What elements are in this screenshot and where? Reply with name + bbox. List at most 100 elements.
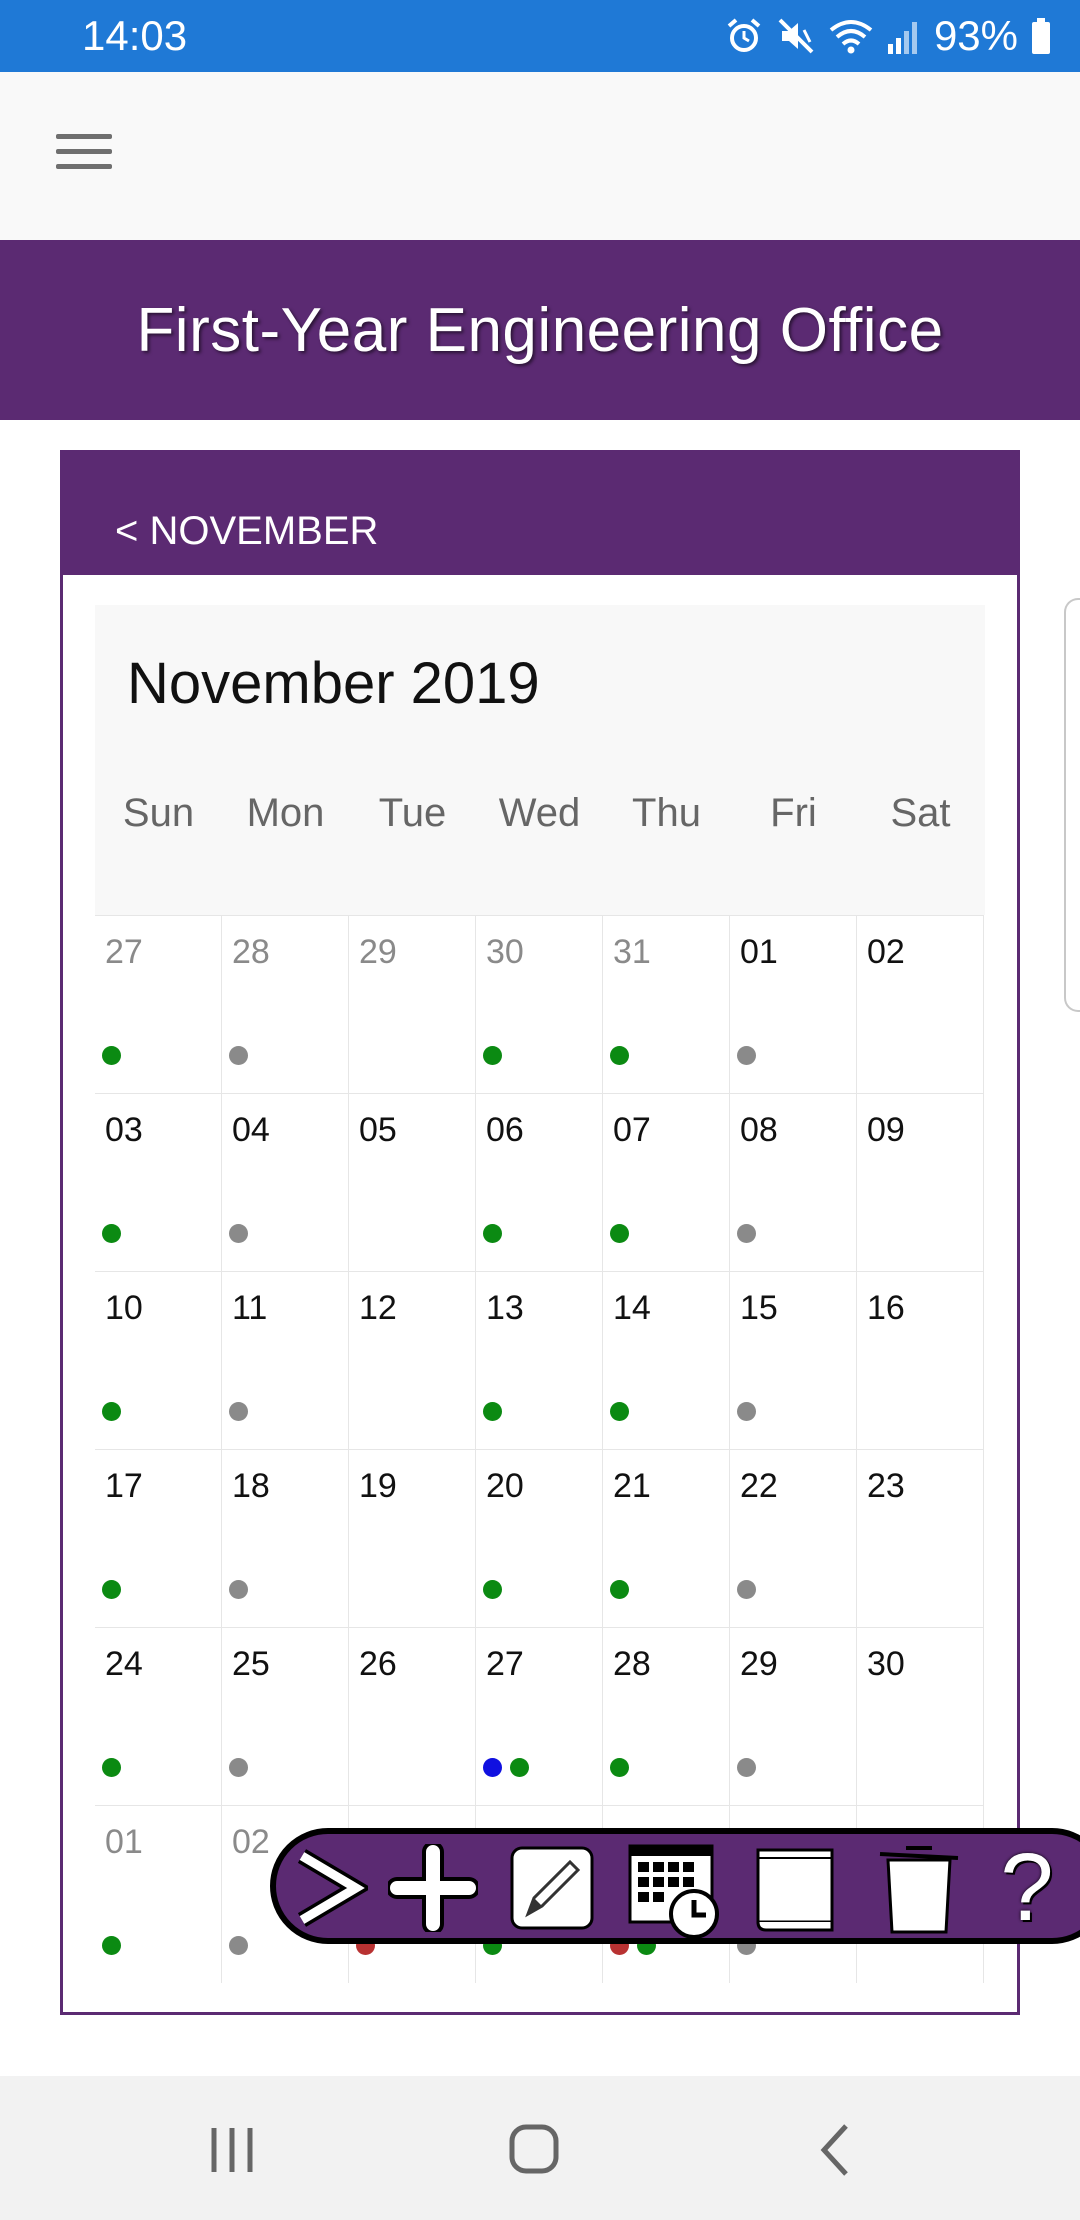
calendar-day-number: 22 bbox=[740, 1467, 778, 1505]
calendar-day-cell[interactable]: 12 bbox=[349, 1271, 476, 1449]
weekday-sun: Sun bbox=[122, 791, 195, 835]
calendar-day-cell[interactable]: 15 bbox=[730, 1271, 857, 1449]
calendar-day-cell[interactable]: 24 bbox=[95, 1627, 222, 1805]
calendar-day-cell[interactable]: 10 bbox=[95, 1271, 222, 1449]
event-indicators bbox=[610, 1580, 629, 1599]
next-arrow-icon[interactable] bbox=[290, 1844, 368, 1932]
calendar-day-cell[interactable]: 07 bbox=[603, 1093, 730, 1271]
event-indicators bbox=[737, 1402, 756, 1421]
calendar-day-number: 13 bbox=[486, 1289, 524, 1327]
event-indicators bbox=[102, 1936, 121, 1955]
calendar-day-number: 04 bbox=[232, 1111, 270, 1149]
event-dot bbox=[229, 1936, 248, 1955]
calendar-day-cell[interactable]: 28 bbox=[222, 915, 349, 1093]
calendar-day-cell[interactable]: 17 bbox=[95, 1449, 222, 1627]
calendar-day-number: 12 bbox=[359, 1289, 397, 1327]
event-indicators bbox=[102, 1758, 121, 1777]
event-dot bbox=[229, 1402, 248, 1421]
calendar-day-number: 09 bbox=[867, 1111, 905, 1149]
calendar-day-number: 17 bbox=[105, 1467, 143, 1505]
status-bar: 14:03 93% bbox=[0, 0, 1080, 72]
calendar-day-number: 11 bbox=[232, 1289, 268, 1327]
calendar-day-cell[interactable]: 19 bbox=[349, 1449, 476, 1627]
event-dot bbox=[229, 1580, 248, 1599]
app-bar bbox=[0, 72, 1080, 240]
event-indicators bbox=[483, 1224, 502, 1243]
event-dot bbox=[737, 1758, 756, 1777]
calendar-day-cell[interactable]: 18 bbox=[222, 1449, 349, 1627]
calendar-day-cell[interactable]: 01 bbox=[95, 1805, 222, 1983]
event-indicators bbox=[229, 1936, 248, 1955]
calendar-day-cell[interactable]: 27 bbox=[95, 915, 222, 1093]
event-indicators bbox=[102, 1402, 121, 1421]
calendar-day-number: 19 bbox=[359, 1467, 397, 1505]
event-dot bbox=[102, 1046, 121, 1065]
event-indicators bbox=[229, 1046, 248, 1065]
calendar-day-cell[interactable]: 22 bbox=[730, 1449, 857, 1627]
calendar-day-cell[interactable]: 04 bbox=[222, 1093, 349, 1271]
calendar-day-cell[interactable]: 30 bbox=[476, 915, 603, 1093]
calendar-day-number: 24 bbox=[105, 1645, 143, 1683]
calendar-day-number: 10 bbox=[105, 1289, 143, 1327]
event-dot bbox=[483, 1758, 502, 1777]
event-dot bbox=[610, 1758, 629, 1777]
calendar-day-number: 27 bbox=[486, 1645, 524, 1683]
calendar-day-cell[interactable]: 27 bbox=[476, 1627, 603, 1805]
battery-percent: 93% bbox=[933, 12, 1018, 59]
plus-icon[interactable] bbox=[388, 1844, 478, 1932]
event-indicators bbox=[610, 1224, 629, 1243]
recent-apps-icon[interactable] bbox=[192, 2118, 272, 2182]
calendar-day-number: 28 bbox=[232, 933, 270, 971]
calendar-day-number: 01 bbox=[105, 1823, 143, 1861]
calendar-day-cell[interactable]: 11 bbox=[222, 1271, 349, 1449]
previous-month-link[interactable]: < NOVEMBER bbox=[115, 507, 378, 555]
calendar-clock-icon[interactable] bbox=[626, 1844, 722, 1939]
help-button[interactable]: ? bbox=[992, 1840, 1062, 1936]
calendar-day-cell[interactable]: 30 bbox=[857, 1627, 984, 1805]
calendar-day-cell[interactable]: 23 bbox=[857, 1449, 984, 1627]
calendar-day-cell[interactable]: 14 bbox=[603, 1271, 730, 1449]
hamburger-menu-icon[interactable] bbox=[48, 124, 120, 188]
side-drawer-handle[interactable] bbox=[1064, 598, 1080, 1012]
pencil-icon[interactable] bbox=[508, 1844, 596, 1932]
calendar-day-cell[interactable]: 26 bbox=[349, 1627, 476, 1805]
weekday-tue: Tue bbox=[378, 791, 447, 835]
calendar-day-cell[interactable]: 01 bbox=[730, 915, 857, 1093]
calendar-day-cell[interactable]: 09 bbox=[857, 1093, 984, 1271]
calendar-day-number: 14 bbox=[613, 1289, 651, 1327]
event-dot bbox=[229, 1758, 248, 1777]
event-indicators bbox=[102, 1046, 121, 1065]
event-dot bbox=[102, 1758, 121, 1777]
event-dot bbox=[737, 1402, 756, 1421]
calendar-day-number: 30 bbox=[486, 933, 524, 971]
calendar-day-cell[interactable]: 02 bbox=[857, 915, 984, 1093]
event-indicators bbox=[737, 1224, 756, 1243]
calendar-panel-header: < NOVEMBER bbox=[63, 453, 1017, 575]
event-dot bbox=[102, 1402, 121, 1421]
calendar-day-cell[interactable]: 29 bbox=[730, 1627, 857, 1805]
calendar-day-cell[interactable]: 25 bbox=[222, 1627, 349, 1805]
calendar-day-number: 29 bbox=[359, 933, 397, 971]
calendar-day-cell[interactable]: 16 bbox=[857, 1271, 984, 1449]
home-icon[interactable] bbox=[494, 2118, 574, 2182]
alarm-icon bbox=[724, 16, 764, 56]
trash-can-icon[interactable] bbox=[876, 1844, 962, 1934]
calendar-day-cell[interactable]: 20 bbox=[476, 1449, 603, 1627]
calendar-day-cell[interactable]: 21 bbox=[603, 1449, 730, 1627]
book-icon[interactable] bbox=[752, 1844, 838, 1932]
weekday-fri: Fri bbox=[770, 791, 817, 835]
calendar-day-cell[interactable]: 13 bbox=[476, 1271, 603, 1449]
event-indicators bbox=[229, 1224, 248, 1243]
event-dot bbox=[610, 1580, 629, 1599]
calendar-day-cell[interactable]: 03 bbox=[95, 1093, 222, 1271]
calendar-day-cell[interactable]: 29 bbox=[349, 915, 476, 1093]
calendar-day-cell[interactable]: 06 bbox=[476, 1093, 603, 1271]
calendar-day-number: 26 bbox=[359, 1645, 397, 1683]
calendar-day-cell[interactable]: 05 bbox=[349, 1093, 476, 1271]
back-icon[interactable] bbox=[796, 2118, 876, 2182]
weekday-mon: Mon bbox=[246, 791, 325, 835]
calendar-day-cell[interactable]: 28 bbox=[603, 1627, 730, 1805]
calendar-day-cell[interactable]: 31 bbox=[603, 915, 730, 1093]
calendar-day-number: 01 bbox=[740, 933, 778, 971]
calendar-day-cell[interactable]: 08 bbox=[730, 1093, 857, 1271]
